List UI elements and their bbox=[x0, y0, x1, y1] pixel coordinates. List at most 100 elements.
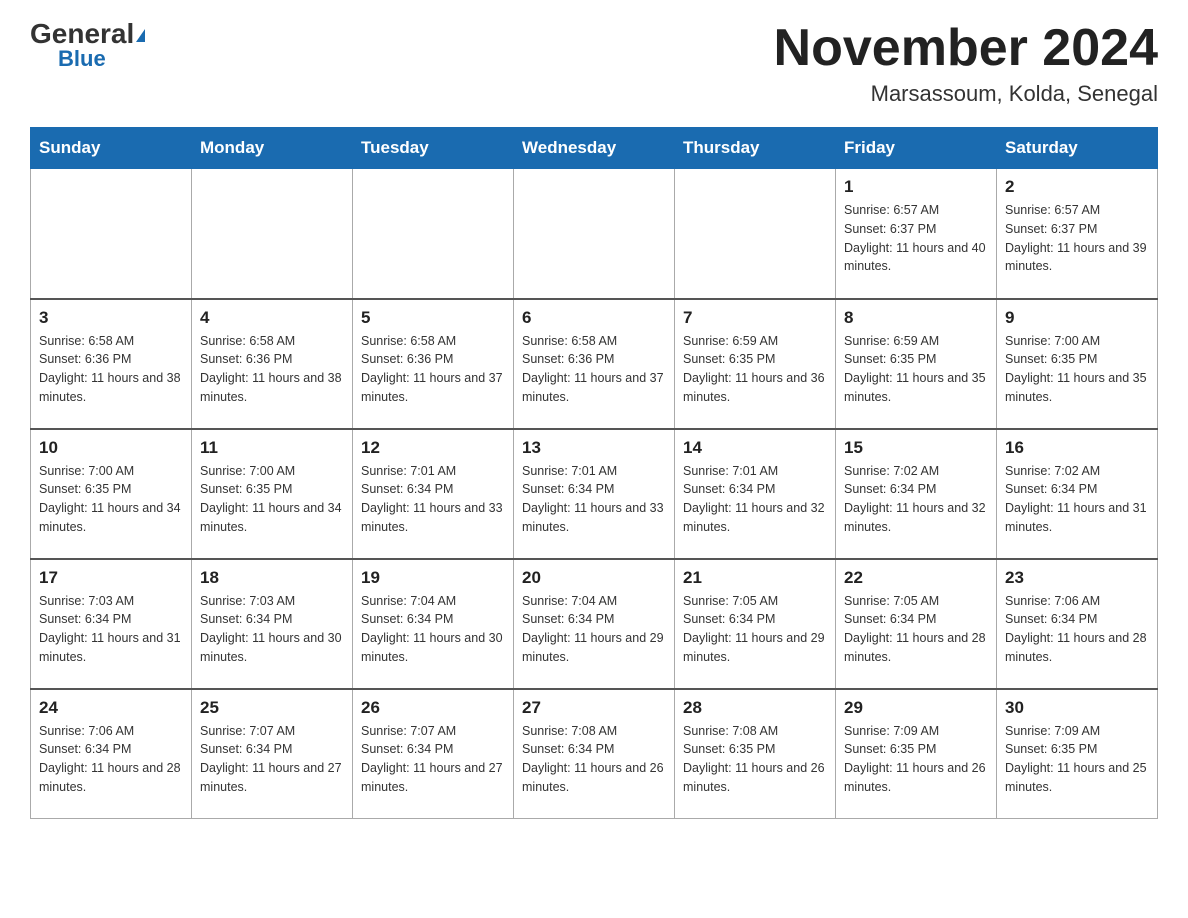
day-number: 12 bbox=[361, 438, 505, 458]
day-header-sunday: Sunday bbox=[31, 128, 192, 169]
calendar-cell bbox=[31, 169, 192, 299]
day-header-friday: Friday bbox=[836, 128, 997, 169]
calendar-cell: 9Sunrise: 7:00 AMSunset: 6:35 PMDaylight… bbox=[997, 299, 1158, 429]
calendar-cell bbox=[353, 169, 514, 299]
calendar-title: November 2024 bbox=[774, 20, 1158, 77]
calendar-cell: 10Sunrise: 7:00 AMSunset: 6:35 PMDayligh… bbox=[31, 429, 192, 559]
day-info: Sunrise: 7:09 AMSunset: 6:35 PMDaylight:… bbox=[1005, 722, 1149, 797]
logo-general-text: General bbox=[30, 20, 145, 48]
day-info: Sunrise: 6:58 AMSunset: 6:36 PMDaylight:… bbox=[522, 332, 666, 407]
day-number: 18 bbox=[200, 568, 344, 588]
day-number: 3 bbox=[39, 308, 183, 328]
day-number: 6 bbox=[522, 308, 666, 328]
day-info: Sunrise: 7:01 AMSunset: 6:34 PMDaylight:… bbox=[522, 462, 666, 537]
calendar-cell: 20 Sunrise: 7:04 AMSunset: 6:34 PMDayligh… bbox=[514, 559, 675, 689]
calendar-cell: 5Sunrise: 6:58 AMSunset: 6:36 PMDaylight… bbox=[353, 299, 514, 429]
day-number: 28 bbox=[683, 698, 827, 718]
calendar-cell: 27 Sunrise: 7:08 AMSunset: 6:34 PMDayligh… bbox=[514, 689, 675, 819]
day-number: 11 bbox=[200, 438, 344, 458]
day-info: Sunrise: 7:03 AMSunset: 6:34 PMDaylight:… bbox=[39, 592, 183, 667]
day-header-saturday: Saturday bbox=[997, 128, 1158, 169]
day-number: 20 bbox=[522, 568, 666, 588]
day-number: 27 bbox=[522, 698, 666, 718]
calendar-cell: 25 Sunrise: 7:07 AMSunset: 6:34 PMDayligh… bbox=[192, 689, 353, 819]
day-info: Sunrise: 7:00 AMSunset: 6:35 PMDaylight:… bbox=[200, 462, 344, 537]
day-info: Sunrise: 7:09 AMSunset: 6:35 PMDaylight:… bbox=[844, 722, 988, 797]
calendar-cell: 2 Sunrise: 6:57 AMSunset: 6:37 PMDaylight… bbox=[997, 169, 1158, 299]
day-info: Sunrise: 7:04 AMSunset: 6:34 PMDaylight:… bbox=[361, 592, 505, 667]
calendar-cell: 12 Sunrise: 7:01 AMSunset: 6:34 PMDayligh… bbox=[353, 429, 514, 559]
calendar-cell: 13Sunrise: 7:01 AMSunset: 6:34 PMDayligh… bbox=[514, 429, 675, 559]
week-row-1: 1Sunrise: 6:57 AMSunset: 6:37 PMDaylight… bbox=[31, 169, 1158, 299]
day-info: Sunrise: 7:02 AMSunset: 6:34 PMDaylight:… bbox=[844, 462, 988, 537]
week-row-3: 10Sunrise: 7:00 AMSunset: 6:35 PMDayligh… bbox=[31, 429, 1158, 559]
calendar-cell: 18 Sunrise: 7:03 AMSunset: 6:34 PMDayligh… bbox=[192, 559, 353, 689]
day-info: Sunrise: 6:57 AMSunset: 6:37 PMDaylight:… bbox=[1005, 201, 1149, 276]
day-number: 22 bbox=[844, 568, 988, 588]
day-info: Sunrise: 6:58 AMSunset: 6:36 PMDaylight:… bbox=[200, 332, 344, 407]
day-info: Sunrise: 6:59 AMSunset: 6:35 PMDaylight:… bbox=[683, 332, 827, 407]
logo-triangle-icon bbox=[136, 29, 145, 42]
day-info: Sunrise: 6:57 AMSunset: 6:37 PMDaylight:… bbox=[844, 201, 988, 276]
calendar-cell: 22Sunrise: 7:05 AMSunset: 6:34 PMDayligh… bbox=[836, 559, 997, 689]
day-number: 23 bbox=[1005, 568, 1149, 588]
day-number: 30 bbox=[1005, 698, 1149, 718]
day-info: Sunrise: 7:03 AMSunset: 6:34 PMDaylight:… bbox=[200, 592, 344, 667]
logo-blue-text: Blue bbox=[58, 48, 106, 70]
week-row-2: 3 Sunrise: 6:58 AMSunset: 6:36 PMDaylight… bbox=[31, 299, 1158, 429]
calendar-cell: 29 Sunrise: 7:09 AMSunset: 6:35 PMDayligh… bbox=[836, 689, 997, 819]
day-number: 4 bbox=[200, 308, 344, 328]
day-info: Sunrise: 6:58 AMSunset: 6:36 PMDaylight:… bbox=[361, 332, 505, 407]
day-header-wednesday: Wednesday bbox=[514, 128, 675, 169]
calendar-cell: 17 Sunrise: 7:03 AMSunset: 6:34 PMDayligh… bbox=[31, 559, 192, 689]
day-number: 24 bbox=[39, 698, 183, 718]
calendar-cell bbox=[675, 169, 836, 299]
title-area: November 2024 Marsassoum, Kolda, Senegal bbox=[774, 20, 1158, 107]
calendar-cell: 14Sunrise: 7:01 AMSunset: 6:34 PMDayligh… bbox=[675, 429, 836, 559]
day-info: Sunrise: 7:07 AMSunset: 6:34 PMDaylight:… bbox=[361, 722, 505, 797]
day-header-monday: Monday bbox=[192, 128, 353, 169]
calendar-cell: 11 Sunrise: 7:00 AMSunset: 6:35 PMDayligh… bbox=[192, 429, 353, 559]
day-info: Sunrise: 7:08 AMSunset: 6:34 PMDaylight:… bbox=[522, 722, 666, 797]
calendar-cell: 7 Sunrise: 6:59 AMSunset: 6:35 PMDaylight… bbox=[675, 299, 836, 429]
day-info: Sunrise: 7:07 AMSunset: 6:34 PMDaylight:… bbox=[200, 722, 344, 797]
day-info: Sunrise: 7:06 AMSunset: 6:34 PMDaylight:… bbox=[1005, 592, 1149, 667]
day-info: Sunrise: 6:59 AMSunset: 6:35 PMDaylight:… bbox=[844, 332, 988, 407]
day-number: 19 bbox=[361, 568, 505, 588]
calendar-cell: 8Sunrise: 6:59 AMSunset: 6:35 PMDaylight… bbox=[836, 299, 997, 429]
calendar-cell: 24 Sunrise: 7:06 AMSunset: 6:34 PMDayligh… bbox=[31, 689, 192, 819]
day-number: 26 bbox=[361, 698, 505, 718]
week-row-4: 17 Sunrise: 7:03 AMSunset: 6:34 PMDayligh… bbox=[31, 559, 1158, 689]
calendar-subtitle: Marsassoum, Kolda, Senegal bbox=[774, 81, 1158, 107]
day-number: 7 bbox=[683, 308, 827, 328]
day-number: 29 bbox=[844, 698, 988, 718]
day-info: Sunrise: 7:02 AMSunset: 6:34 PMDaylight:… bbox=[1005, 462, 1149, 537]
day-info: Sunrise: 7:04 AMSunset: 6:34 PMDaylight:… bbox=[522, 592, 666, 667]
calendar-cell: 28 Sunrise: 7:08 AMSunset: 6:35 PMDayligh… bbox=[675, 689, 836, 819]
calendar-cell bbox=[514, 169, 675, 299]
logo: General Blue bbox=[30, 20, 145, 70]
day-number: 25 bbox=[200, 698, 344, 718]
week-row-5: 24 Sunrise: 7:06 AMSunset: 6:34 PMDayligh… bbox=[31, 689, 1158, 819]
day-header-thursday: Thursday bbox=[675, 128, 836, 169]
day-header-tuesday: Tuesday bbox=[353, 128, 514, 169]
calendar-cell: 19 Sunrise: 7:04 AMSunset: 6:34 PMDayligh… bbox=[353, 559, 514, 689]
day-number: 17 bbox=[39, 568, 183, 588]
header-row: SundayMondayTuesdayWednesdayThursdayFrid… bbox=[31, 128, 1158, 169]
day-number: 21 bbox=[683, 568, 827, 588]
day-info: Sunrise: 7:06 AMSunset: 6:34 PMDaylight:… bbox=[39, 722, 183, 797]
day-info: Sunrise: 6:58 AMSunset: 6:36 PMDaylight:… bbox=[39, 332, 183, 407]
day-info: Sunrise: 7:05 AMSunset: 6:34 PMDaylight:… bbox=[683, 592, 827, 667]
day-info: Sunrise: 7:01 AMSunset: 6:34 PMDaylight:… bbox=[683, 462, 827, 537]
calendar-cell bbox=[192, 169, 353, 299]
day-info: Sunrise: 7:08 AMSunset: 6:35 PMDaylight:… bbox=[683, 722, 827, 797]
calendar-table: SundayMondayTuesdayWednesdayThursdayFrid… bbox=[30, 127, 1158, 819]
calendar-cell: 1Sunrise: 6:57 AMSunset: 6:37 PMDaylight… bbox=[836, 169, 997, 299]
calendar-cell: 16Sunrise: 7:02 AMSunset: 6:34 PMDayligh… bbox=[997, 429, 1158, 559]
calendar-cell: 21 Sunrise: 7:05 AMSunset: 6:34 PMDayligh… bbox=[675, 559, 836, 689]
calendar-cell: 6 Sunrise: 6:58 AMSunset: 6:36 PMDaylight… bbox=[514, 299, 675, 429]
calendar-cell: 15Sunrise: 7:02 AMSunset: 6:34 PMDayligh… bbox=[836, 429, 997, 559]
day-number: 2 bbox=[1005, 177, 1149, 197]
day-info: Sunrise: 7:00 AMSunset: 6:35 PMDaylight:… bbox=[39, 462, 183, 537]
day-info: Sunrise: 7:01 AMSunset: 6:34 PMDaylight:… bbox=[361, 462, 505, 537]
